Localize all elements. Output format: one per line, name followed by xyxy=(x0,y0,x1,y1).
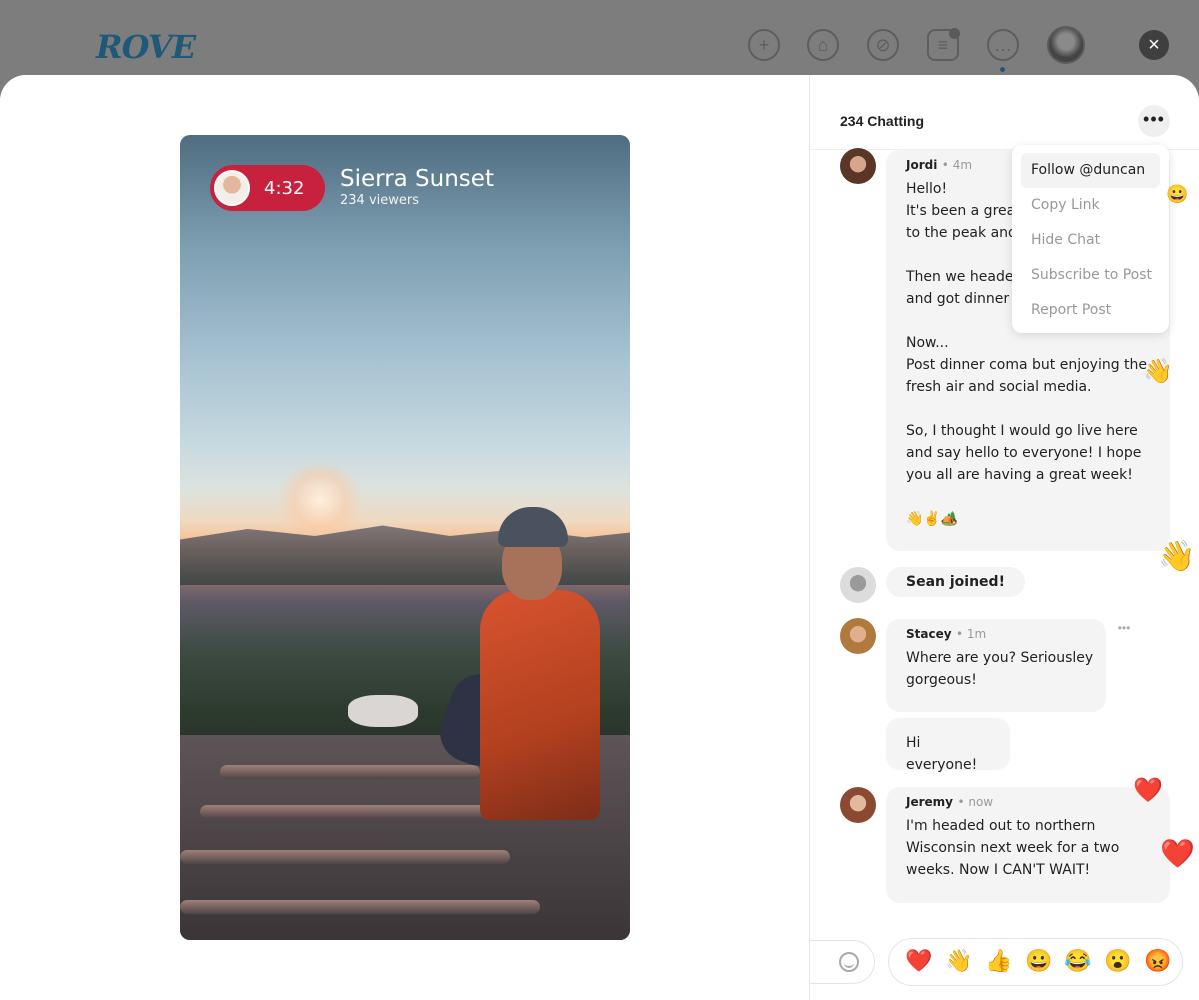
rove-logo[interactable]: ROVE xyxy=(96,28,196,66)
menu-subscribe[interactable]: Subscribe to Post xyxy=(1021,258,1160,293)
message-line: Post dinner coma but enjoying the xyxy=(906,357,1148,373)
floating-wave-emoji: 👋 xyxy=(1143,358,1173,385)
message-time: • now xyxy=(957,795,994,809)
live-timer-badge: 4:32 xyxy=(210,165,325,211)
emoji-picker-icon[interactable] xyxy=(839,952,859,972)
explore-icon[interactable]: ⊘ xyxy=(867,29,899,61)
menu-follow[interactable]: Follow @duncan xyxy=(1021,153,1160,188)
dog-figure xyxy=(348,695,418,727)
chatting-count: 234 Chatting xyxy=(840,113,925,129)
join-notice: Sean joined! xyxy=(886,567,1025,597)
message-jeremy: Jeremy • now I'm headed out to northern … xyxy=(886,787,1170,903)
options-menu: Follow @duncan Copy Link Hide Chat Subsc… xyxy=(1012,145,1169,333)
message-time: • 4m xyxy=(941,158,973,172)
streamer-avatar[interactable] xyxy=(214,170,250,206)
pane-divider xyxy=(809,75,810,1000)
live-stream-modal: 4:32 Sierra Sunset 234 viewers 234 Chatt… xyxy=(0,75,1199,1000)
message-line: gorgeous! xyxy=(906,672,977,688)
stream-title: Sierra Sunset xyxy=(340,166,494,192)
avatar-sean[interactable] xyxy=(840,567,876,603)
message-line: Where are you? Seriousley xyxy=(906,650,1094,666)
message-line: you all are having a great week! xyxy=(906,467,1133,483)
message-line: Wisconsin next week for a two xyxy=(906,840,1120,856)
grin-reaction-button[interactable]: 😀 xyxy=(1025,950,1052,972)
notification-badge xyxy=(949,28,960,39)
sender-name[interactable]: Stacey xyxy=(906,627,952,641)
video-pane: 4:32 Sierra Sunset 234 viewers xyxy=(0,75,809,1000)
message-line: fresh air and social media. xyxy=(906,379,1092,395)
floating-grin-emoji: 😀 xyxy=(1166,184,1189,204)
message-line: weeks. Now I CAN'T WAIT! xyxy=(906,862,1091,878)
chat-icon[interactable]: … xyxy=(987,29,1019,61)
reaction-bar: ❤️ 👋 👍 😀 😂 😮 😡 xyxy=(888,938,1183,986)
wave-reaction-button[interactable]: 👋 xyxy=(945,950,972,972)
menu-copy-link[interactable]: Copy Link xyxy=(1021,188,1160,223)
menu-report[interactable]: Report Post xyxy=(1021,293,1160,328)
heart-reaction-button[interactable]: ❤️ xyxy=(905,950,932,972)
wow-reaction-button[interactable]: 😮 xyxy=(1104,950,1131,972)
profile-avatar[interactable] xyxy=(1047,26,1085,64)
laugh-reaction-button[interactable]: 😂 xyxy=(1064,950,1091,972)
message-time: • 1m xyxy=(956,627,987,641)
message-more-icon[interactable]: ••• xyxy=(1114,622,1134,635)
live-timer: 4:32 xyxy=(264,178,305,199)
roof-rib xyxy=(200,805,500,819)
sender-name[interactable]: Jordi xyxy=(906,158,937,172)
person-vest xyxy=(480,590,600,820)
avatar-stacey[interactable] xyxy=(840,618,876,654)
message-line: So, I thought I would go live here xyxy=(906,423,1138,439)
angry-reaction-button[interactable]: 😡 xyxy=(1144,950,1171,972)
message-line: I'm headed out to northern xyxy=(906,818,1096,834)
active-nav-indicator xyxy=(1000,67,1005,72)
floating-heart-emoji: ❤️ xyxy=(1133,777,1163,804)
floating-wave-emoji: 👋 xyxy=(1158,540,1196,573)
message-line: Now... xyxy=(906,335,949,351)
message-stacey: Stacey • 1m Where are you? Seriousley go… xyxy=(886,619,1106,712)
roof-rib xyxy=(220,765,480,779)
roof-rib xyxy=(180,850,510,864)
person-cap xyxy=(498,507,568,547)
roof-rib xyxy=(180,900,540,914)
more-options-button[interactable]: ••• xyxy=(1138,105,1170,137)
avatar-jeremy[interactable] xyxy=(840,787,876,823)
home-icon[interactable]: ⌂ xyxy=(807,29,839,61)
plus-icon[interactable]: + xyxy=(748,29,780,61)
close-button[interactable]: × xyxy=(1139,30,1169,60)
message-line: and say hello to everyone! I hope xyxy=(906,445,1142,461)
message-line: Hi everyone! xyxy=(906,735,978,773)
message-line xyxy=(906,398,1150,420)
message-emojis: 👋✌️🏕️ xyxy=(906,511,959,527)
sunset-glow xyxy=(275,465,365,535)
chat-input[interactable] xyxy=(809,940,875,984)
floating-heart-emoji: ❤️ xyxy=(1160,838,1195,869)
message-stacey-followup: Hi everyone! xyxy=(886,718,1010,773)
message-line xyxy=(906,486,1150,508)
menu-hide-chat[interactable]: Hide Chat xyxy=(1021,223,1160,258)
thumbs-up-reaction-button[interactable]: 👍 xyxy=(985,950,1012,972)
sender-name[interactable]: Jeremy xyxy=(906,795,953,809)
avatar-jordi[interactable] xyxy=(840,148,876,184)
notes-icon[interactable]: ≡ xyxy=(927,28,960,61)
viewer-count: 234 viewers xyxy=(340,193,419,208)
live-video[interactable]: 4:32 Sierra Sunset 234 viewers xyxy=(180,135,630,940)
